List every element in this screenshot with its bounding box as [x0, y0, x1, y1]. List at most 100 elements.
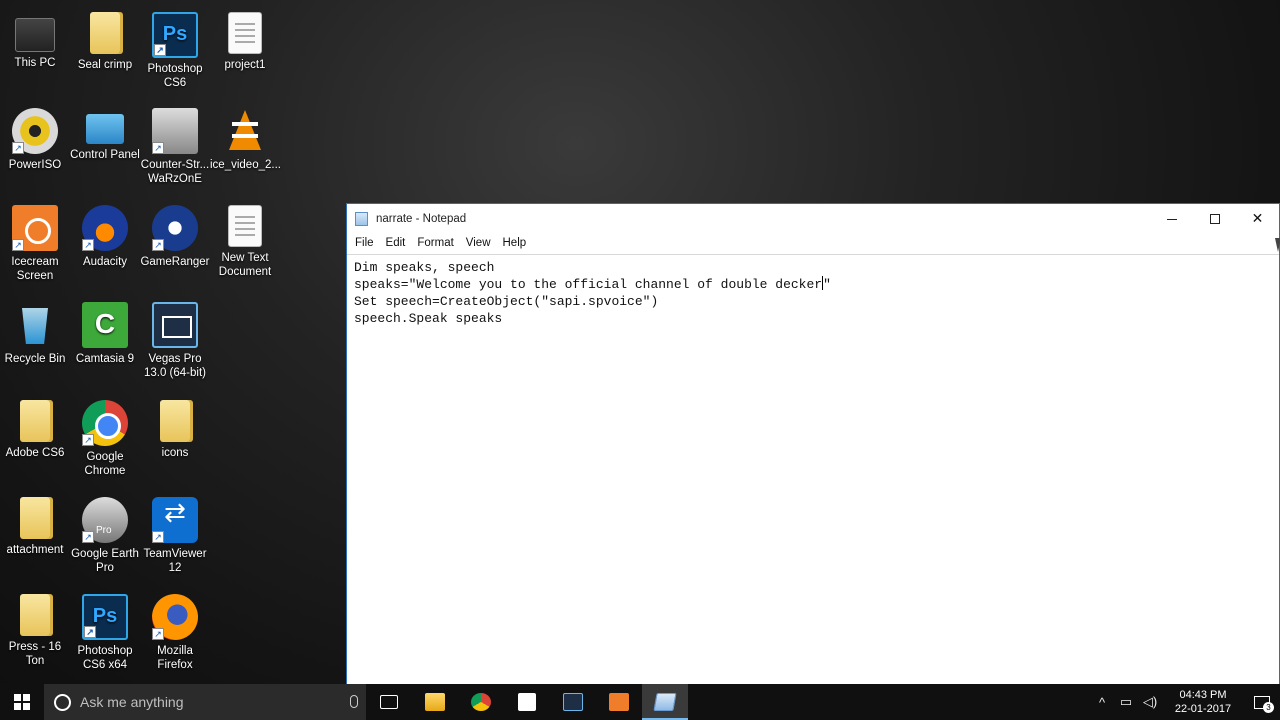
volume-icon[interactable]: ◁)	[1138, 694, 1162, 710]
desktop-icon-project1[interactable]: project1	[210, 8, 280, 72]
camtasia-icon: C	[82, 302, 128, 348]
desktop-icon-label: GameRanger	[140, 256, 210, 268]
desktop-icon-label: Google Chrome	[84, 451, 126, 477]
desktop-icon-ice-video[interactable]: ice_video_2...	[210, 104, 281, 172]
shortcut-arrow-icon: ↗	[152, 239, 164, 251]
desktop-icon-label: TeamViewer 12	[143, 548, 207, 574]
desktop: This PC Seal crimp Ps ↗ Photoshop CS6 pro…	[0, 0, 1280, 689]
maximize-button[interactable]	[1193, 204, 1236, 233]
counter-strike-icon: ↗	[152, 108, 198, 154]
menu-view[interactable]: View	[462, 237, 499, 249]
desktop-icon-label: Seal crimp	[77, 59, 133, 71]
task-view-button[interactable]	[366, 684, 412, 720]
desktop-icon-icecream-screen[interactable]: ↗ Icecream Screen	[0, 201, 70, 283]
close-button[interactable]: ✕	[1236, 204, 1279, 233]
teamviewer-icon: ↗	[152, 497, 198, 543]
desktop-icon-adobe-cs6[interactable]: Adobe CS6	[0, 396, 70, 460]
notepad-icon	[355, 212, 368, 226]
desktop-icon-counter-strike[interactable]: ↗ Counter-Str... WaRzOnE	[140, 104, 210, 186]
google-earth-icon: ↗	[82, 497, 128, 543]
taskbar-icecream-screen[interactable]	[596, 684, 642, 720]
taskbar-file-explorer[interactable]	[412, 684, 458, 720]
desktop-icon-label: Camtasia 9	[75, 353, 135, 365]
editor-line: Set speech=CreateObject("sapi.spvoice")	[354, 294, 659, 309]
desktop-icon-label: Vegas Pro 13.0 (64-bit)	[143, 353, 206, 379]
notepad-window[interactable]: narrate - Notepad ✕ File Edit Format Vie…	[346, 203, 1280, 689]
clock[interactable]: 04:43 PM 22-01-2017	[1168, 688, 1238, 716]
text-editor-area[interactable]: Dim speaks, speech speaks="Welcome you to…	[347, 254, 1279, 688]
microphone-icon[interactable]	[350, 695, 358, 708]
firefox-icon: ↗	[152, 594, 198, 640]
folder-icon	[90, 12, 120, 54]
file-explorer-icon	[425, 693, 445, 711]
text-document-icon	[228, 205, 262, 247]
menu-edit[interactable]: Edit	[382, 237, 414, 249]
recycle-bin-icon	[12, 302, 58, 348]
desktop-icon-teamviewer[interactable]: ↗ TeamViewer 12	[140, 493, 210, 575]
mouse-cursor-icon	[1275, 238, 1280, 252]
desktop-icon-label: project1	[224, 59, 266, 71]
folder-icon	[20, 400, 50, 442]
desktop-icon-label: Control Panel	[70, 149, 140, 161]
taskbar-store[interactable]	[504, 684, 550, 720]
shortcut-arrow-icon: ↗	[154, 44, 166, 56]
icecream-recorder-icon	[609, 693, 629, 711]
notepad-titlebar[interactable]: narrate - Notepad ✕	[347, 204, 1279, 233]
desktop-icon-photoshop-cs6-x64[interactable]: Ps ↗ Photoshop CS6 x64	[70, 590, 140, 672]
menu-file[interactable]: File	[351, 237, 382, 249]
desktop-icon-photoshop-cs6[interactable]: Ps ↗ Photoshop CS6	[140, 8, 210, 90]
cortana-search-box[interactable]: Ask me anything	[44, 684, 366, 720]
taskbar: Ask me anything ^ ▭ ◁) 04:43 PM 22-01-20…	[0, 684, 1280, 720]
text-document-icon	[228, 12, 262, 54]
desktop-icon-poweriso[interactable]: ↗ PowerISO	[0, 104, 70, 172]
desktop-icon-new-text-document[interactable]: New Text Document	[210, 201, 280, 279]
desktop-icon-audacity[interactable]: ↗ Audacity	[70, 201, 140, 269]
desktop-icon-label: Recycle Bin	[4, 353, 66, 365]
desktop-icon-attachment[interactable]: attachment	[0, 493, 70, 557]
photoshop-icon: Ps ↗	[82, 594, 128, 640]
folder-icon	[160, 400, 190, 442]
audacity-icon: ↗	[82, 205, 128, 251]
desktop-icon-google-earth-pro[interactable]: ↗ Google Earth Pro	[70, 493, 140, 575]
menu-help[interactable]: Help	[499, 237, 535, 249]
disc-icon: ↗	[12, 108, 58, 154]
chevron-up-icon[interactable]: ^	[1090, 695, 1114, 710]
desktop-icon-label: Photoshop CS6 x64	[77, 645, 133, 671]
desktop-icon-recycle-bin[interactable]: Recycle Bin	[0, 298, 70, 366]
icecream-recorder-icon: ↗	[12, 205, 58, 251]
film-strip-icon	[563, 693, 583, 711]
desktop-icon-seal-crimp[interactable]: Seal crimp	[70, 8, 140, 72]
folder-icon	[20, 594, 50, 636]
notepad-icon	[653, 693, 677, 711]
desktop-icon-vegas-pro[interactable]: Vegas Pro 13.0 (64-bit)	[140, 298, 210, 380]
desktop-icon-label: PowerISO	[8, 159, 62, 171]
taskbar-notepad[interactable]	[642, 684, 688, 720]
desktop-icon-gameranger[interactable]: ↗ GameRanger	[140, 201, 210, 269]
desktop-icon-label: Counter-Str... WaRzOnE	[140, 159, 210, 185]
desktop-icon-google-chrome[interactable]: ↗ Google Chrome	[70, 396, 140, 478]
desktop-icon-control-panel[interactable]: Control Panel	[70, 104, 140, 162]
taskbar-chrome[interactable]	[458, 684, 504, 720]
window-controls: ✕	[1150, 204, 1279, 233]
editor-line-text: speaks="Welcome you to the official chan…	[354, 277, 823, 292]
menu-bar: File Edit Format View Help	[347, 233, 1279, 253]
menu-format[interactable]: Format	[413, 237, 461, 249]
desktop-icon-mozilla-firefox[interactable]: ↗ Mozilla Firefox	[140, 590, 210, 672]
minimize-button[interactable]	[1150, 204, 1193, 233]
network-icon[interactable]: ▭	[1114, 694, 1138, 710]
shortcut-arrow-icon: ↗	[152, 628, 164, 640]
desktop-icon-press-16-ton[interactable]: Press - 16 Ton	[0, 590, 70, 668]
action-center-button[interactable]: 3	[1244, 684, 1280, 720]
start-button[interactable]	[0, 684, 44, 720]
desktop-icon-this-pc[interactable]: This PC	[0, 8, 70, 70]
editor-line: speech.Speak speaks	[354, 311, 503, 326]
desktop-icon-icons-folder[interactable]: icons	[140, 396, 210, 460]
desktop-icon-camtasia[interactable]: C Camtasia 9	[70, 298, 140, 366]
taskbar-vegas-pro[interactable]	[550, 684, 596, 720]
desktop-icon-label: attachment	[6, 544, 64, 556]
editor-line: Dim speaks, speech	[354, 260, 495, 275]
clock-time: 04:43 PM	[1179, 689, 1227, 701]
film-strip-icon	[152, 302, 198, 348]
desktop-icon-label: Press - 16 Ton	[8, 641, 62, 667]
minimize-icon	[1166, 218, 1177, 220]
